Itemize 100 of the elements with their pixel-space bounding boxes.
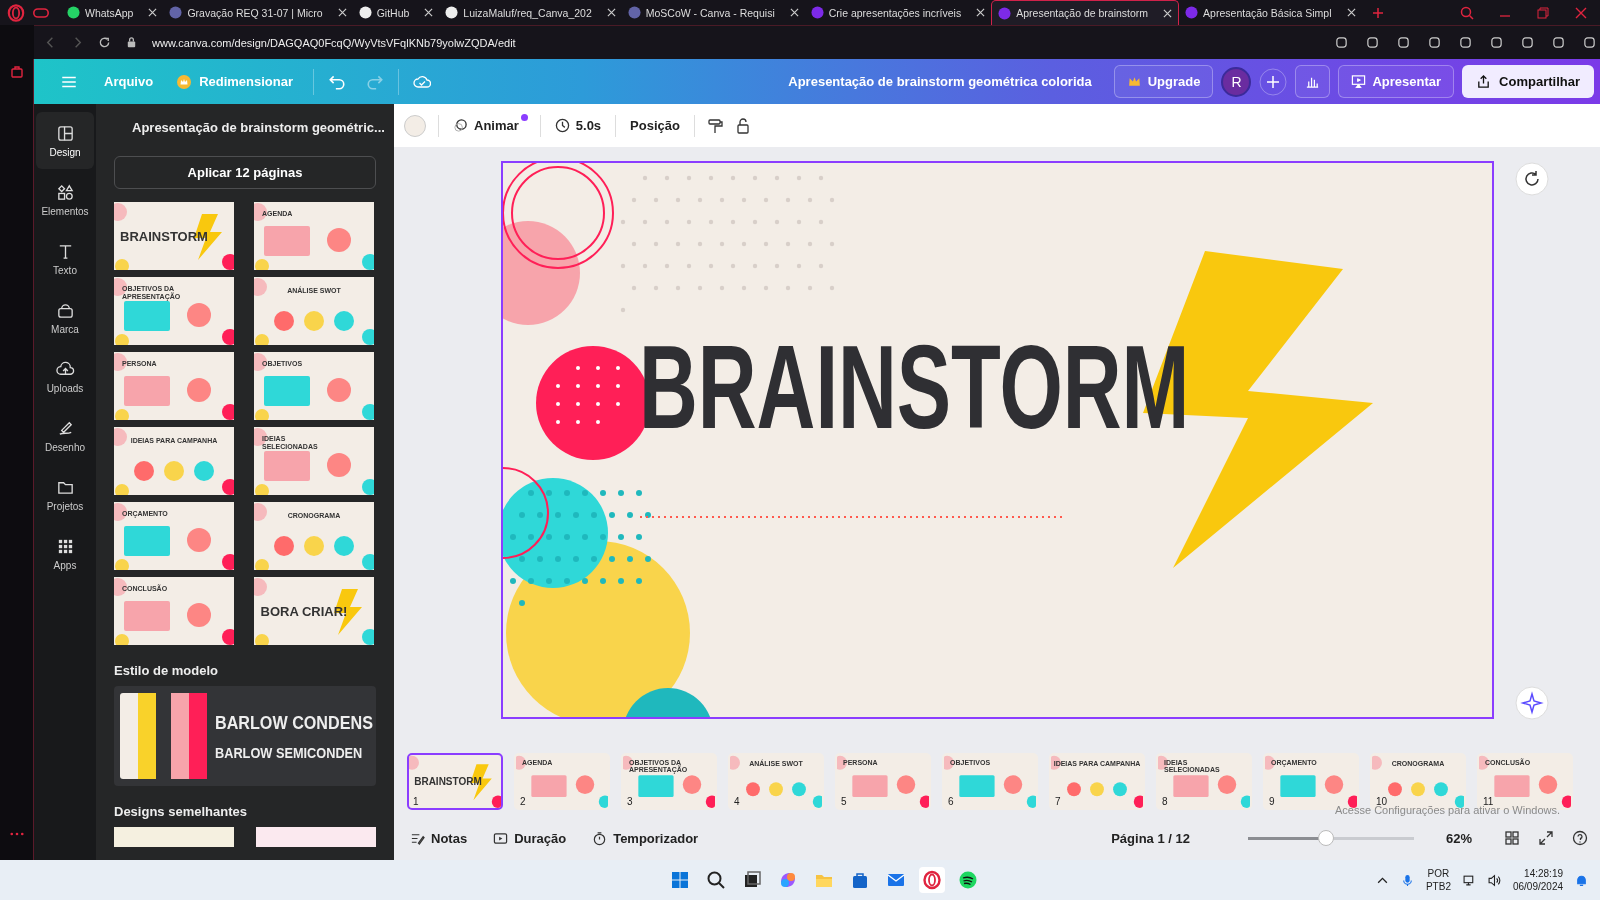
site-icon	[998, 6, 1012, 20]
apply-pages-button[interactable]: Aplicar 12 páginas	[114, 156, 376, 189]
fullscreen-icon[interactable]	[1538, 830, 1554, 846]
template-style-card[interactable]: BARLOW CONDENS BARLOW SEMICONDEN	[114, 686, 376, 786]
share-icon	[1476, 74, 1492, 89]
notification-bell-icon[interactable]	[1575, 873, 1588, 887]
network-icon[interactable]	[1462, 873, 1476, 887]
address-field[interactable]: www.canva.com/design/DAGQAQ0FcqQ/WyVtsVFqlKNb79yolwZQDA/edit	[152, 36, 516, 49]
slide-title: BORA CRIAR!	[260, 603, 348, 619]
template-thumbnail[interactable]: BORA CRIAR!	[254, 577, 374, 645]
design-thumbnail[interactable]	[256, 827, 376, 847]
sidebar-tab[interactable]: Desenho	[36, 407, 94, 464]
browser-logo-icon[interactable]	[918, 867, 945, 893]
reload-icon[interactable]	[98, 36, 111, 49]
upgrade-button[interactable]: Upgrade	[1113, 65, 1214, 98]
page-indicator[interactable]: Página 1 / 12	[1111, 830, 1190, 846]
timer-button[interactable]: Temporizador	[588, 826, 703, 850]
browser-toolbar-icon[interactable]	[1366, 36, 1379, 49]
browser-logo-icon[interactable]	[7, 3, 25, 22]
volume-icon[interactable]	[1487, 873, 1501, 887]
page-number: 6	[948, 795, 954, 807]
notification-dot	[520, 114, 528, 121]
page-number: 4	[734, 795, 740, 807]
microphone-icon[interactable]	[1400, 873, 1414, 887]
browser-toolbar-icon[interactable]	[1335, 36, 1348, 49]
browser-toolbar-icon[interactable]	[1490, 36, 1503, 49]
user-avatar[interactable]: R	[1221, 66, 1252, 97]
play-icon	[493, 830, 509, 846]
restore-icon[interactable]	[1536, 5, 1550, 20]
presentation-icon	[1351, 74, 1367, 89]
gamepad-icon[interactable]	[33, 6, 49, 19]
browser-tab[interactable]: LuizaMaluf/req_Canva_202	[439, 0, 622, 25]
music-app-icon[interactable]	[957, 870, 978, 890]
browser-tab[interactable]: GitHub	[352, 0, 440, 25]
sidebar-tab[interactable]: Texto	[36, 230, 94, 287]
browser-tab[interactable]: Apresentação de brainstorm	[991, 0, 1180, 25]
windows-start-icon[interactable]	[669, 870, 690, 890]
bag-icon[interactable]	[9, 65, 24, 79]
language-indicator[interactable]: POR	[1427, 867, 1450, 880]
sidebar-tab[interactable]: Design	[36, 112, 94, 169]
browser-toolbar-icon[interactable]	[1521, 36, 1534, 49]
animate-button[interactable]: Animar	[451, 114, 528, 137]
new-tab-icon[interactable]	[1371, 6, 1384, 19]
browser-tab[interactable]: Apresentação Básica Simpl	[1179, 0, 1362, 25]
add-icon[interactable]	[1259, 67, 1288, 96]
search-icon[interactable]	[705, 870, 726, 890]
position-button[interactable]: Posição	[628, 114, 682, 137]
site-icon	[1185, 6, 1199, 19]
page-number: 5	[841, 795, 847, 807]
refresh-icon[interactable]	[1514, 161, 1550, 197]
browser-toolbar-icon[interactable]	[1459, 36, 1472, 49]
sidebar-tab[interactable]: Marca	[36, 289, 94, 346]
browser-toolbar-icon[interactable]	[1583, 36, 1596, 49]
site-icon	[810, 6, 824, 19]
font-sample: BARLOW SEMICONDEN	[215, 743, 364, 761]
crown-icon	[1126, 74, 1142, 89]
design-title[interactable]: Apresentação de brainstorm geométrica colorida	[788, 74, 1092, 89]
crown-icon	[177, 74, 192, 89]
more-icon[interactable]	[9, 832, 24, 836]
present-button[interactable]: Apresentar	[1338, 65, 1455, 98]
stopwatch-icon	[592, 830, 608, 846]
animation-icon	[453, 118, 468, 133]
sidebar-tab[interactable]: Projetos	[36, 466, 94, 523]
page-number: 1	[413, 795, 419, 807]
site-icon	[627, 6, 641, 19]
design-thumbnail[interactable]	[114, 827, 234, 847]
duration-button[interactable]: 5.0s	[552, 114, 604, 137]
analytics-button[interactable]	[1295, 65, 1331, 98]
duration-button[interactable]: Duração	[489, 826, 571, 850]
zoom-level[interactable]: 62%	[1445, 830, 1472, 846]
slider-handle[interactable]	[1318, 830, 1334, 846]
page-number: 9	[1269, 795, 1275, 807]
sidebar-tab[interactable]: Apps	[36, 525, 94, 582]
browser-tab[interactable]: Crie apresentações incríveis	[804, 0, 992, 25]
clock-time[interactable]: 14:28:19	[1524, 867, 1563, 880]
browser-toolbar-icon[interactable]	[1428, 36, 1441, 49]
browser-tab[interactable]: MoSCoW - Canva - Requisi	[621, 0, 805, 25]
site-icon	[445, 6, 459, 19]
browser-tab[interactable]: WhatsApp	[61, 0, 164, 25]
page-number: 3	[627, 795, 633, 807]
browser-toolbar-icon[interactable]	[1397, 36, 1410, 49]
site-icon	[169, 6, 183, 19]
browser-toolbar-icon[interactable]	[1552, 36, 1565, 49]
keyboard-layout[interactable]: PTB2	[1425, 880, 1451, 893]
background-color-swatch[interactable]	[404, 114, 426, 137]
clock-icon	[554, 118, 570, 133]
help-icon[interactable]	[1572, 830, 1588, 846]
panel-title: Apresentação de brainstorm geométric...	[132, 119, 385, 135]
share-button[interactable]: Compartilhar	[1462, 65, 1594, 98]
page-number: 8	[1162, 795, 1168, 807]
sidebar-tab[interactable]: Uploads	[36, 348, 94, 405]
clock-date[interactable]: 06/09/2024	[1512, 880, 1563, 893]
sparkle-icon[interactable]	[1514, 685, 1550, 721]
paint-roller-icon[interactable]	[706, 117, 723, 134]
grid-view-icon[interactable]	[1504, 830, 1520, 846]
unlock-icon[interactable]	[734, 117, 751, 134]
section-heading: Estilo de modelo	[114, 663, 219, 678]
browser-tab[interactable]: Gravação REQ 31-07 | Micro	[163, 0, 353, 25]
notes-button[interactable]: Notas	[406, 826, 472, 850]
sidebar-tab[interactable]: Elementos	[36, 171, 94, 228]
